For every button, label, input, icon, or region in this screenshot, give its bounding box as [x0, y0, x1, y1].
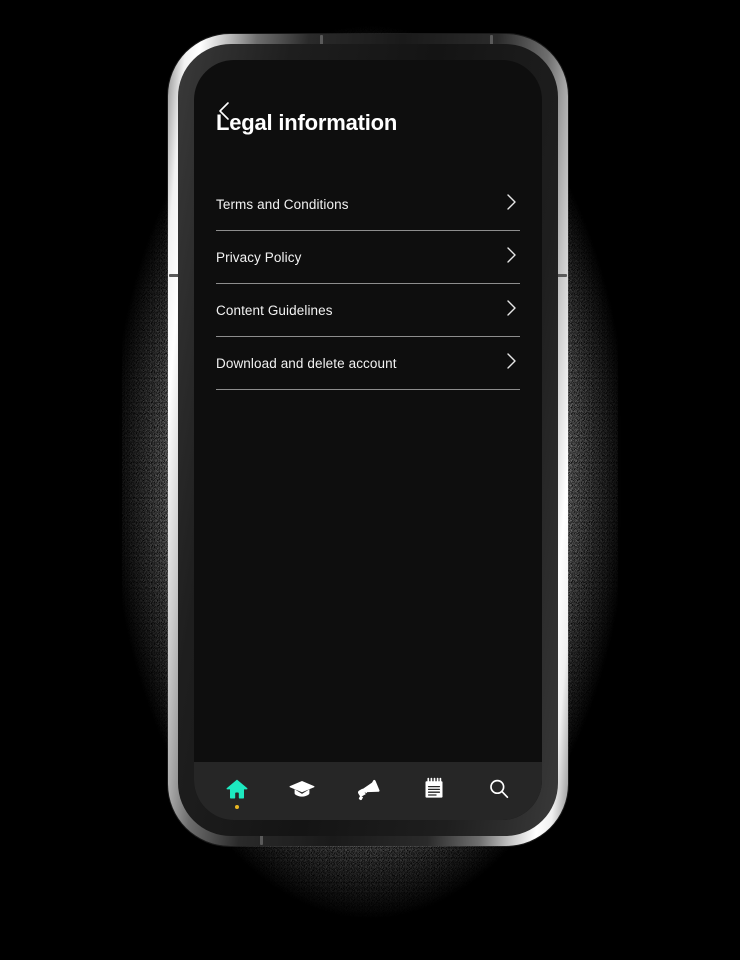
nav-item-notes[interactable]: [410, 767, 458, 811]
chevron-right-icon: [504, 298, 518, 323]
home-icon: [225, 777, 249, 801]
list-item-label: Terms and Conditions: [216, 196, 349, 212]
header-bar: [216, 60, 520, 120]
list-item-label: Privacy Policy: [216, 249, 302, 265]
graduation-cap-icon: [289, 777, 315, 801]
bottom-navigation-bar: [194, 762, 542, 820]
app-content: Legal information Terms and Conditions P…: [194, 60, 542, 762]
notepad-icon: [423, 777, 445, 801]
megaphone-icon: [355, 777, 381, 801]
phone-screen: Legal information Terms and Conditions P…: [194, 60, 542, 820]
list-item-terms-and-conditions[interactable]: Terms and Conditions: [216, 178, 520, 232]
antenna-band-right: [557, 274, 567, 277]
list-item-label: Download and delete account: [216, 355, 397, 371]
legal-links-list: Terms and Conditions Privacy Policy Cont…: [216, 178, 520, 391]
nav-item-search[interactable]: [475, 767, 523, 811]
list-item-content-guidelines[interactable]: Content Guidelines: [216, 284, 520, 338]
chevron-right-icon: [504, 192, 518, 217]
screenshot-canvas: Legal information Terms and Conditions P…: [0, 0, 740, 960]
antenna-band-bottom: [260, 835, 263, 845]
list-item-label: Content Guidelines: [216, 302, 333, 318]
search-icon: [487, 777, 511, 801]
page-title: Legal information: [216, 110, 398, 135]
chevron-right-icon: [504, 351, 518, 376]
list-item-download-and-delete-account[interactable]: Download and delete account: [216, 337, 520, 391]
home-active-badge: [234, 805, 239, 809]
list-item-privacy-policy[interactable]: Privacy Policy: [216, 231, 520, 285]
nav-item-home[interactable]: [213, 767, 261, 811]
nav-item-announcements[interactable]: [344, 767, 392, 811]
phone-frame: Legal information Terms and Conditions P…: [168, 34, 568, 846]
nav-item-learn[interactable]: [278, 767, 326, 811]
chevron-right-icon: [504, 245, 518, 270]
